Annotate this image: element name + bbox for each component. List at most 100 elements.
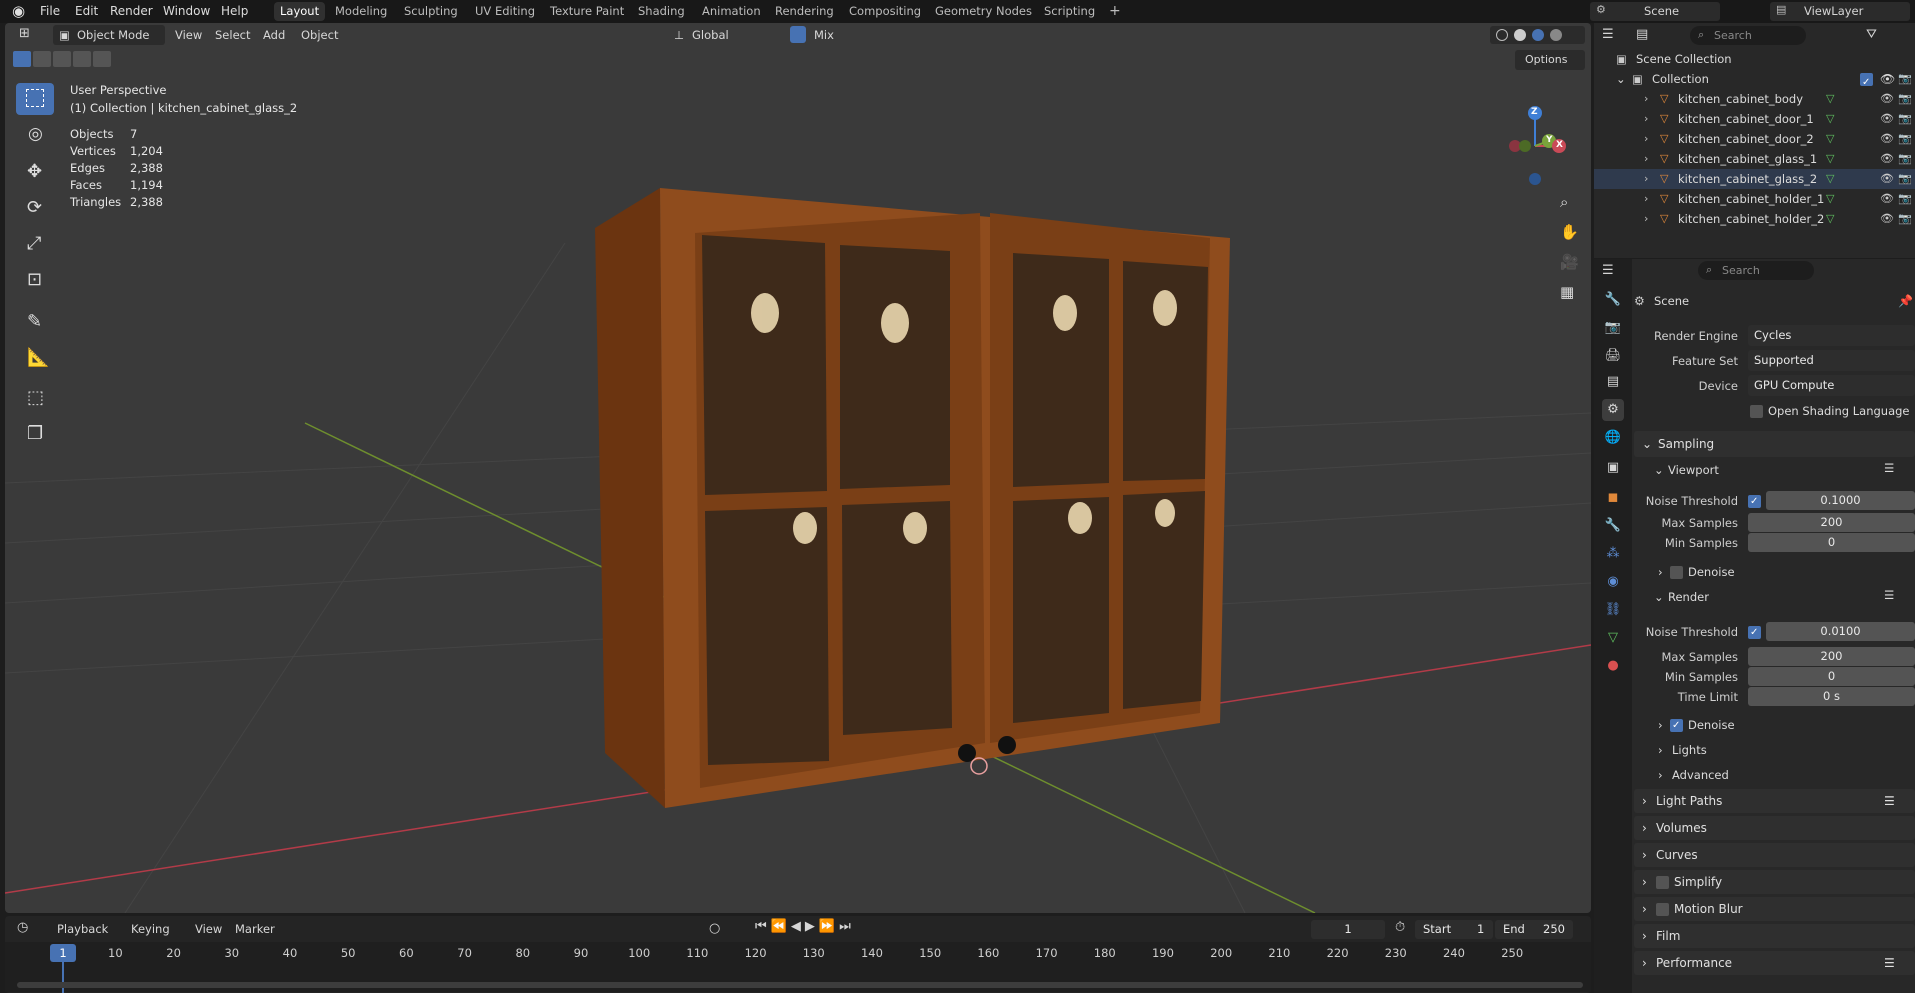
- kitchen-cabinet-model[interactable]: [595, 188, 1230, 808]
- panel-enable-checkbox[interactable]: [1656, 876, 1669, 889]
- tab-rendering[interactable]: Rendering: [769, 2, 840, 21]
- chevron-right-icon[interactable]: ›: [1644, 89, 1648, 109]
- properties-editor-type-icon[interactable]: ☰: [1602, 263, 1614, 278]
- r-denoise-checkbox[interactable]: [1670, 719, 1683, 732]
- render-camera-icon[interactable]: 📷: [1898, 89, 1912, 109]
- add-object-tool[interactable]: ❐: [16, 419, 54, 451]
- outliner-editor[interactable]: ☰ ▤ ⌕ Search ⛛ ▣ Scene Collection ⌄ ▣ Co…: [1594, 23, 1915, 258]
- menu-window[interactable]: Window: [163, 0, 210, 23]
- scene-selector[interactable]: ⚙ Scene: [1590, 2, 1720, 21]
- mode-dropdown[interactable]: ▣ Object Mode: [53, 25, 165, 45]
- vp-denoise-checkbox[interactable]: [1670, 566, 1683, 579]
- render-camera-icon[interactable]: 📷: [1898, 129, 1912, 149]
- panel-enable-checkbox[interactable]: [1656, 903, 1669, 916]
- list-icon[interactable]: ☰: [1884, 588, 1894, 602]
- scale-tool[interactable]: ⤢: [16, 229, 54, 261]
- vp-min-samples-field[interactable]: 0: [1748, 533, 1915, 552]
- scene-collection-row[interactable]: ▣ Scene Collection: [1594, 49, 1915, 69]
- visibility-eye-icon[interactable]: 👁: [1880, 69, 1895, 89]
- collection-tab-icon[interactable]: ▣: [1602, 457, 1624, 479]
- tool-tab-icon[interactable]: 🔧: [1602, 289, 1624, 311]
- vp-noise-threshold-field[interactable]: 0.1000: [1766, 491, 1915, 510]
- scene-tab-icon[interactable]: ⚙: [1602, 399, 1624, 421]
- collection-row[interactable]: ⌄ ▣ Collection 👁 📷: [1594, 69, 1915, 89]
- menu-file[interactable]: File: [40, 0, 60, 23]
- filter-icon[interactable]: ⛛: [1866, 27, 1877, 42]
- r-denoise-subpanel[interactable]: › Denoise: [1646, 714, 1915, 736]
- material-preview-icon[interactable]: [1532, 29, 1544, 41]
- chevron-right-icon[interactable]: ›: [1644, 169, 1648, 189]
- tab-layout[interactable]: Layout: [274, 2, 326, 21]
- render-camera-icon[interactable]: 📷: [1898, 109, 1912, 129]
- tab-compositing[interactable]: Compositing: [843, 2, 927, 21]
- r-noise-threshold-checkbox[interactable]: [1748, 626, 1761, 639]
- transform-tool[interactable]: ⊡: [16, 265, 54, 297]
- device-dropdown[interactable]: GPU Compute: [1748, 375, 1915, 396]
- output-tab-icon[interactable]: 🖨: [1602, 345, 1624, 367]
- chevron-down-icon[interactable]: ⌄: [1616, 69, 1626, 89]
- add-cube-tool[interactable]: ⬚: [16, 383, 54, 415]
- ortho-toggle-icon[interactable]: ▦: [1560, 283, 1574, 301]
- data-tab-icon[interactable]: ▽: [1602, 627, 1624, 649]
- tab-uv-editing[interactable]: UV Editing: [469, 2, 541, 21]
- pin-icon[interactable]: 📌: [1898, 294, 1913, 308]
- navigation-gizmo[interactable]: [1495, 83, 1575, 193]
- panel-header[interactable]: › Film: [1634, 924, 1915, 948]
- constraints-tab-icon[interactable]: ⛓: [1602, 599, 1624, 621]
- wireframe-shading-icon[interactable]: [1496, 29, 1508, 41]
- advanced-subpanel[interactable]: › Advanced: [1646, 764, 1915, 786]
- outliner-object-row[interactable]: › ▽ kitchen_cabinet_holder_2 ▽ 👁 📷: [1594, 209, 1915, 229]
- select-extend-icon[interactable]: [33, 51, 51, 67]
- timeline-editor[interactable]: ◷ Playback Keying View Marker ○ ⏮⏪◀▶⏩⏭ 1…: [5, 916, 1591, 993]
- transform-orientation-dropdown[interactable]: ⊥ Global: [670, 25, 750, 45]
- tab-modeling[interactable]: Modeling: [329, 2, 393, 21]
- render-camera-icon[interactable]: 📷: [1898, 149, 1912, 169]
- sampling-panel-header[interactable]: ⌄ Sampling: [1634, 431, 1915, 457]
- add-workspace-button[interactable]: +: [1103, 2, 1127, 21]
- snap-dropdown[interactable]: Mix: [790, 25, 850, 45]
- tab-sculpting[interactable]: Sculpting: [398, 2, 464, 21]
- select-subtract-icon[interactable]: [53, 51, 71, 67]
- outliner-object-row[interactable]: › ▽ kitchen_cabinet_glass_2 ▽ 👁 📷: [1594, 169, 1915, 189]
- visibility-eye-icon[interactable]: 👁: [1880, 209, 1894, 229]
- material-tab-icon[interactable]: ●: [1602, 655, 1624, 677]
- panel-header[interactable]: › Volumes: [1634, 816, 1915, 840]
- world-tab-icon[interactable]: 🌐: [1602, 427, 1624, 449]
- chevron-right-icon[interactable]: ›: [1644, 109, 1648, 129]
- panel-header[interactable]: › Light Paths ☰: [1634, 789, 1915, 813]
- panel-header[interactable]: › Curves: [1634, 843, 1915, 867]
- menu-view[interactable]: View: [175, 28, 202, 42]
- select-intersect-icon[interactable]: [93, 51, 111, 67]
- render-subpanel-header[interactable]: ⌄ Render ☰: [1646, 586, 1915, 608]
- rotate-tool[interactable]: ⟳: [16, 193, 54, 225]
- render-camera-icon[interactable]: 📷: [1898, 189, 1912, 209]
- particles-tab-icon[interactable]: ⁂: [1602, 543, 1624, 565]
- panel-header[interactable]: › Motion Blur: [1634, 897, 1915, 921]
- menu-edit[interactable]: Edit: [75, 0, 98, 23]
- list-icon[interactable]: ☰: [1884, 461, 1894, 475]
- visibility-eye-icon[interactable]: 👁: [1880, 189, 1894, 209]
- pan-hand-icon[interactable]: ✋: [1560, 223, 1579, 241]
- vp-max-samples-field[interactable]: 200: [1748, 513, 1915, 532]
- visibility-eye-icon[interactable]: 👁: [1880, 109, 1894, 129]
- visibility-eye-icon[interactable]: 👁: [1880, 149, 1894, 169]
- measure-tool[interactable]: 📐: [16, 343, 54, 375]
- shading-mode-buttons[interactable]: [1490, 26, 1585, 44]
- object-tab-icon[interactable]: ◼: [1602, 487, 1624, 509]
- outliner-object-row[interactable]: › ▽ kitchen_cabinet_holder_1 ▽ 👁 📷: [1594, 189, 1915, 209]
- solid-shading-icon[interactable]: [1514, 29, 1526, 41]
- menu-help[interactable]: Help: [221, 0, 248, 23]
- render-camera-icon[interactable]: 📷: [1898, 169, 1912, 189]
- outliner-object-row[interactable]: › ▽ kitchen_cabinet_glass_1 ▽ 👁 📷: [1594, 149, 1915, 169]
- view-layer-selector[interactable]: ▤ ViewLayer: [1770, 2, 1910, 21]
- list-icon[interactable]: ☰: [1884, 951, 1895, 975]
- panel-header[interactable]: › Performance ☰: [1634, 951, 1915, 975]
- render-camera-icon[interactable]: 📷: [1898, 209, 1912, 229]
- render-engine-dropdown[interactable]: Cycles: [1748, 325, 1915, 346]
- menu-render[interactable]: Render: [110, 0, 153, 23]
- select-invert-icon[interactable]: [73, 51, 91, 67]
- feature-set-dropdown[interactable]: Supported: [1748, 350, 1915, 371]
- blender-logo-icon[interactable]: ◉: [12, 2, 30, 20]
- timeline-scrollbar[interactable]: [17, 982, 1583, 988]
- panel-header[interactable]: › Simplify: [1634, 870, 1915, 894]
